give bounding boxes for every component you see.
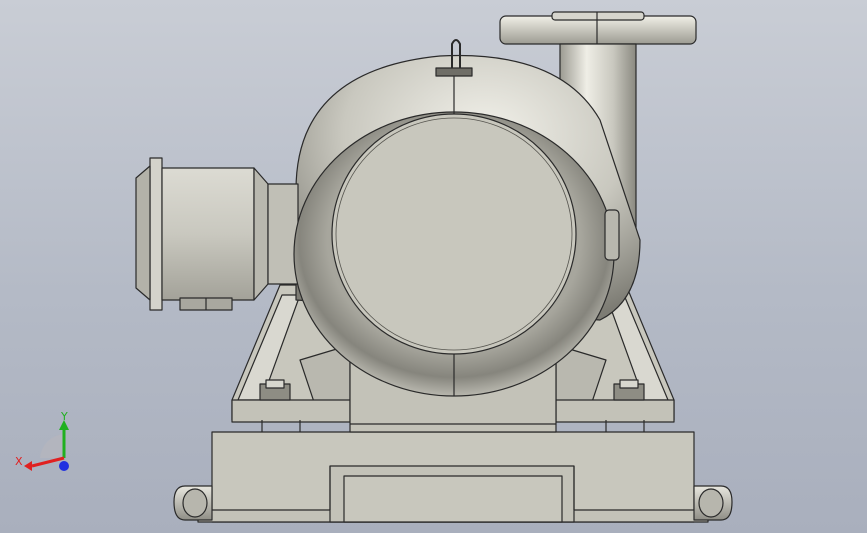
x-axis-arrow (24, 461, 32, 471)
orientation-triad: Y X (15, 410, 69, 471)
motor-housing (135, 157, 299, 311)
right-foot (693, 485, 733, 521)
base-plate (197, 431, 709, 523)
front-cover (331, 113, 577, 355)
origin-dot (59, 461, 69, 471)
x-axis-label: X (15, 455, 23, 468)
left-foot (173, 485, 213, 521)
pump-model-front-view[interactable] (0, 0, 867, 533)
y-axis-label: Y (60, 410, 68, 423)
z-axis-icon (40, 434, 64, 458)
cad-viewport[interactable]: Y X (0, 0, 867, 533)
